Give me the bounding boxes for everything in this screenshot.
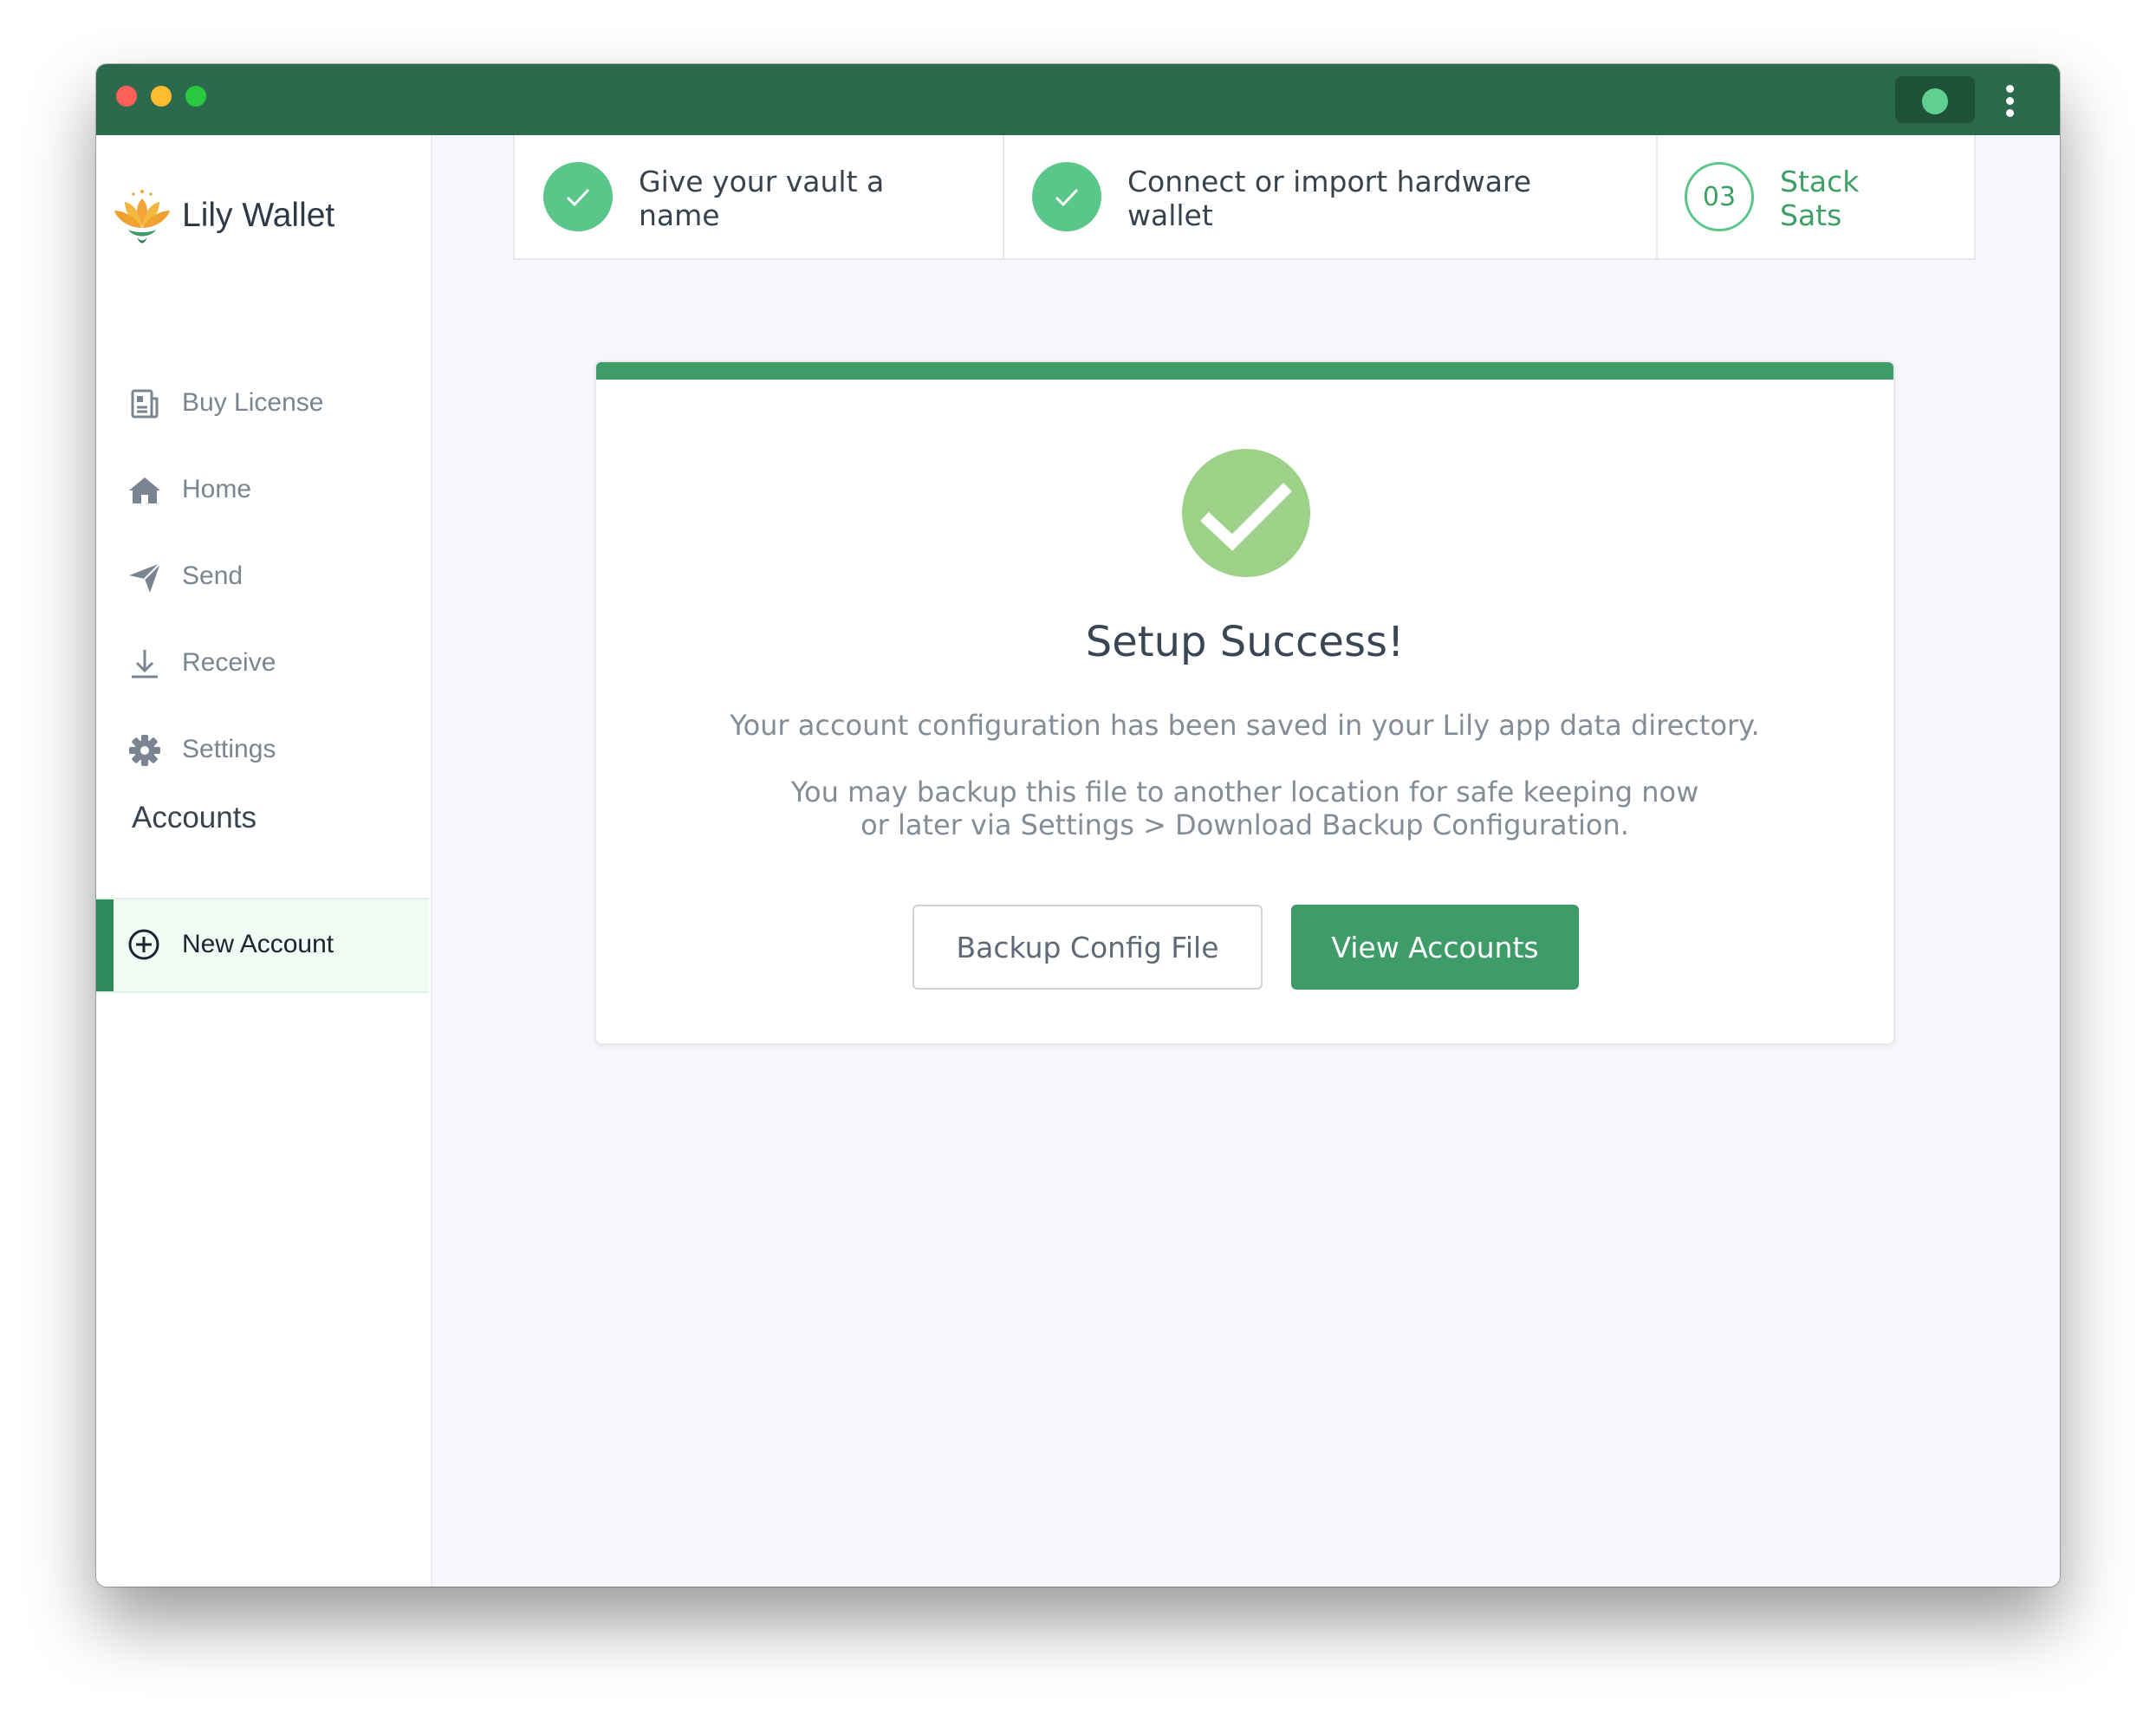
step-1-complete-icon: [543, 162, 613, 231]
status-dot-icon: [1922, 88, 1948, 114]
sidebar-item-label: Settings: [182, 735, 276, 763]
lotus-logo-icon: [114, 190, 170, 243]
step-1-label: Give your vault a name: [639, 165, 885, 232]
app-logo[interactable]: Lily Wallet: [111, 183, 334, 249]
sidebar-item-label: New Account: [182, 930, 334, 958]
gear-icon: [129, 735, 160, 766]
step-3-number: 03: [1702, 181, 1737, 212]
app-window: Lily Wallet Buy License Home Send Receiv…: [96, 64, 2060, 1587]
step-2-label: Connect or import hardware wallet: [1127, 165, 1532, 232]
sidebar: Lily Wallet Buy License Home Send Receiv…: [96, 135, 432, 1587]
sidebar-item-label: Buy License: [182, 388, 324, 417]
sidebar-item-label: Send: [182, 562, 244, 590]
sidebar-item-receive[interactable]: Receive: [96, 633, 431, 693]
backup-config-button[interactable]: Backup Config File: [912, 905, 1263, 990]
backup-hint-line-1: You may backup this file to another loca…: [790, 776, 1699, 808]
view-accounts-button[interactable]: View Accounts: [1291, 905, 1579, 990]
success-message: Your account configuration has been save…: [730, 709, 1760, 742]
step-divider: [1656, 135, 1658, 258]
sidebar-item-buy-license[interactable]: Buy License: [96, 373, 431, 433]
success-check-icon: [1182, 449, 1310, 577]
backup-hint: You may backup this file to another loca…: [596, 776, 1893, 841]
maximize-window-button[interactable]: [185, 86, 206, 107]
add-circle-icon: [128, 929, 159, 960]
home-icon: [129, 477, 160, 503]
step-2-complete-icon: [1032, 162, 1101, 231]
app-name: Lily Wallet: [182, 197, 335, 234]
step-divider: [1003, 135, 1004, 258]
active-indicator: [96, 899, 114, 991]
accounts-section-title: Accounts: [132, 801, 257, 834]
setup-success-card: Setup Success! Your account configuratio…: [594, 360, 1895, 1045]
send-icon: [129, 562, 161, 593]
step-3-number-badge: 03: [1685, 162, 1754, 231]
title-bar: [96, 64, 2060, 135]
close-window-button[interactable]: [116, 86, 137, 107]
sidebar-item-label: Receive: [182, 648, 276, 677]
license-icon: [131, 389, 159, 419]
success-title: Setup Success!: [1085, 618, 1405, 666]
sidebar-item-settings[interactable]: Settings: [96, 719, 431, 780]
receive-icon: [132, 650, 158, 678]
sidebar-item-new-account[interactable]: New Account: [96, 898, 429, 993]
card-accent-bar: [596, 362, 1893, 380]
connection-status-indicator[interactable]: [1895, 76, 1975, 123]
sidebar-item-home[interactable]: Home: [96, 459, 431, 520]
setup-steps: Give your vault a name Connect or import…: [513, 135, 1976, 260]
step-3-label: Stack Sats: [1780, 165, 1860, 232]
more-options-icon[interactable]: [2006, 85, 2015, 117]
minimize-window-button[interactable]: [151, 86, 172, 107]
sidebar-item-label: Home: [182, 475, 252, 503]
sidebar-item-send[interactable]: Send: [96, 546, 431, 607]
backup-hint-line-2: or later via Settings > Download Backup …: [860, 808, 1629, 841]
